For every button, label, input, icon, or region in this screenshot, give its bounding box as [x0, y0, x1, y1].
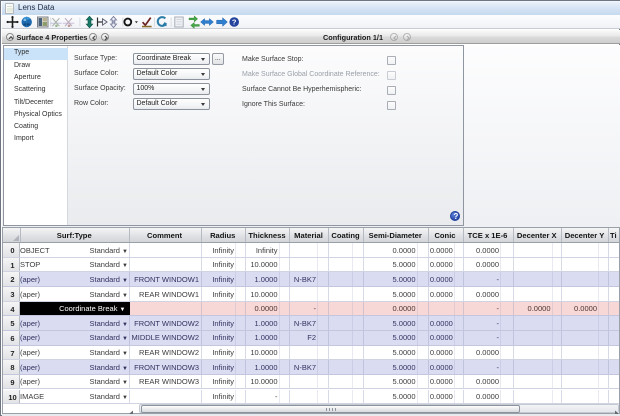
svg-text:?: ?	[232, 18, 237, 27]
